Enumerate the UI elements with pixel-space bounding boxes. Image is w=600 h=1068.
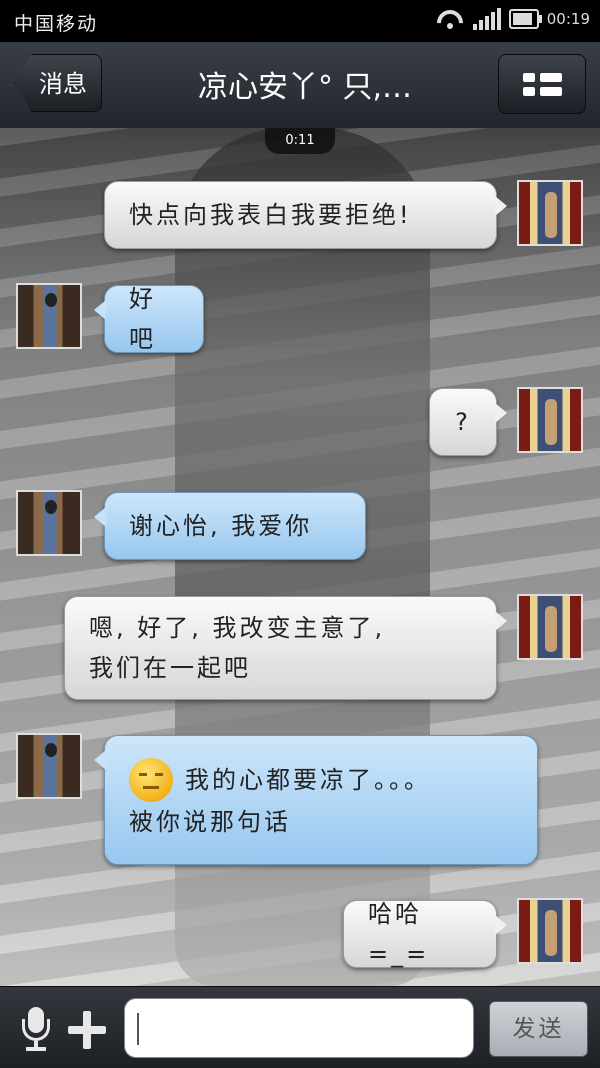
message-bubble-incoming[interactable]: 谢心怡, 我爱你	[94, 492, 366, 560]
annoyed-face-icon	[129, 758, 173, 802]
message-line: 被你说那句话	[129, 808, 291, 836]
title-bar: 消息 凉心安丫° 只,…	[0, 42, 600, 129]
contact-avatar[interactable]	[16, 490, 82, 556]
chat-title: 凉心安丫° 只,…	[197, 70, 413, 105]
my-avatar[interactable]	[517, 180, 583, 246]
message-bubble-outgoing[interactable]: 哈哈=_=	[343, 900, 507, 968]
message-line-with-emoji: 我的心都要凉了。。。	[129, 758, 431, 802]
message-bubble-incoming[interactable]: 我的心都要凉了。。。 被你说那句话	[94, 735, 538, 865]
battery-level	[512, 13, 533, 25]
timer-badge: 0:11	[265, 128, 335, 154]
chat-area[interactable]: 0:11 快点向我表白我要拒绝! 好吧 ? 谢心怡, 我爱你 嗯, 好了, 我改…	[0, 128, 600, 986]
wifi-icon	[435, 8, 465, 30]
signal-icon	[472, 8, 501, 30]
message-line: 嗯, 好了, 我改变主意了,	[89, 614, 386, 642]
message-line: 我们在一起吧	[89, 654, 251, 682]
message-input[interactable]	[124, 998, 474, 1058]
microphone-icon[interactable]	[20, 1007, 52, 1053]
my-avatar[interactable]	[517, 898, 583, 964]
text-caret	[137, 1013, 139, 1045]
my-avatar[interactable]	[517, 594, 583, 660]
battery-icon	[508, 9, 542, 29]
message-bubble-outgoing[interactable]: 嗯, 好了, 我改变主意了, 我们在一起吧	[64, 596, 507, 700]
my-avatar[interactable]	[517, 387, 583, 453]
contact-avatar[interactable]	[16, 283, 82, 349]
message-bubble-outgoing[interactable]: 快点向我表白我要拒绝!	[104, 181, 507, 249]
list-menu-icon[interactable]	[498, 54, 586, 114]
back-button[interactable]: 消息	[14, 54, 102, 112]
composer-bar: 发送	[0, 986, 600, 1068]
message-bubble-outgoing[interactable]: ?	[429, 388, 507, 456]
status-time: 00:19	[546, 10, 590, 28]
plus-icon[interactable]	[68, 1011, 106, 1049]
carrier-label: 中国移动	[14, 13, 99, 35]
send-button[interactable]: 发送	[489, 1001, 588, 1057]
message-line: 我的心都要凉了。。。	[185, 766, 431, 794]
message-bubble-incoming[interactable]: 好吧	[94, 285, 204, 353]
status-bar: 中国移动 00:19	[0, 0, 600, 42]
contact-avatar[interactable]	[16, 733, 82, 799]
